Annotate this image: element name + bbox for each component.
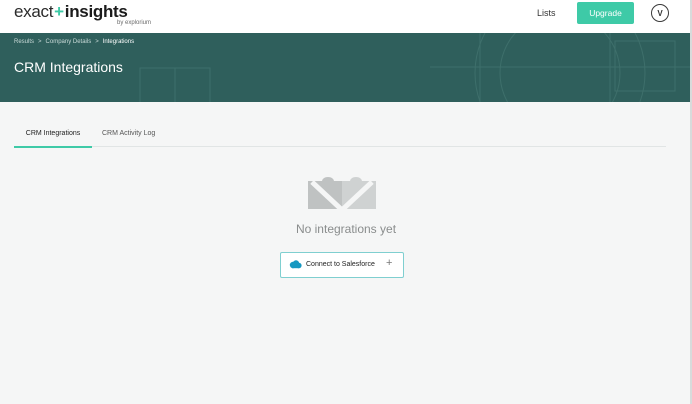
page-title: CRM Integrations xyxy=(14,59,123,75)
logo-word-exact: exact xyxy=(14,2,54,21)
breadcrumb-company-details[interactable]: Company Details xyxy=(46,39,92,45)
tab-crm-activity-log[interactable]: CRM Activity Log xyxy=(102,130,155,137)
breadcrumb-separator: > xyxy=(95,39,99,45)
salesforce-cloud-icon xyxy=(289,260,302,269)
connect-to-salesforce-label: Connect to Salesforce xyxy=(306,261,375,268)
breadcrumb-integrations: Integrations xyxy=(102,39,135,45)
user-avatar[interactable]: V xyxy=(651,4,669,22)
logo-word-insights: insights xyxy=(64,2,128,21)
connect-to-salesforce-button[interactable]: Connect to Salesforce + xyxy=(280,252,404,278)
empty-state-message: No integrations yet xyxy=(295,222,397,236)
tab-crm-integrations[interactable]: CRM Integrations xyxy=(14,130,92,148)
breadcrumb-results[interactable]: Results xyxy=(14,39,34,45)
plus-icon: + xyxy=(386,257,393,269)
logo-wordmark: exact+insights xyxy=(14,2,128,22)
breadcrumb: Results > Company Details > Integrations xyxy=(14,39,134,45)
breadcrumb-separator: > xyxy=(38,39,42,45)
tab-bar: CRM Integrations CRM Activity Log xyxy=(14,126,666,148)
page-header-banner: Results > Company Details > Integrations CRM… xyxy=(0,33,692,102)
top-navigation-bar: exact+insights by explorium Lists Upgrad… xyxy=(0,0,692,34)
logo-plus: + xyxy=(54,2,64,21)
upgrade-button[interactable]: Upgrade xyxy=(577,2,634,24)
puzzle-pieces-icon xyxy=(308,177,376,213)
nav-lists-link[interactable]: Lists xyxy=(537,8,556,18)
logo-subtitle: by explorium xyxy=(117,20,152,26)
